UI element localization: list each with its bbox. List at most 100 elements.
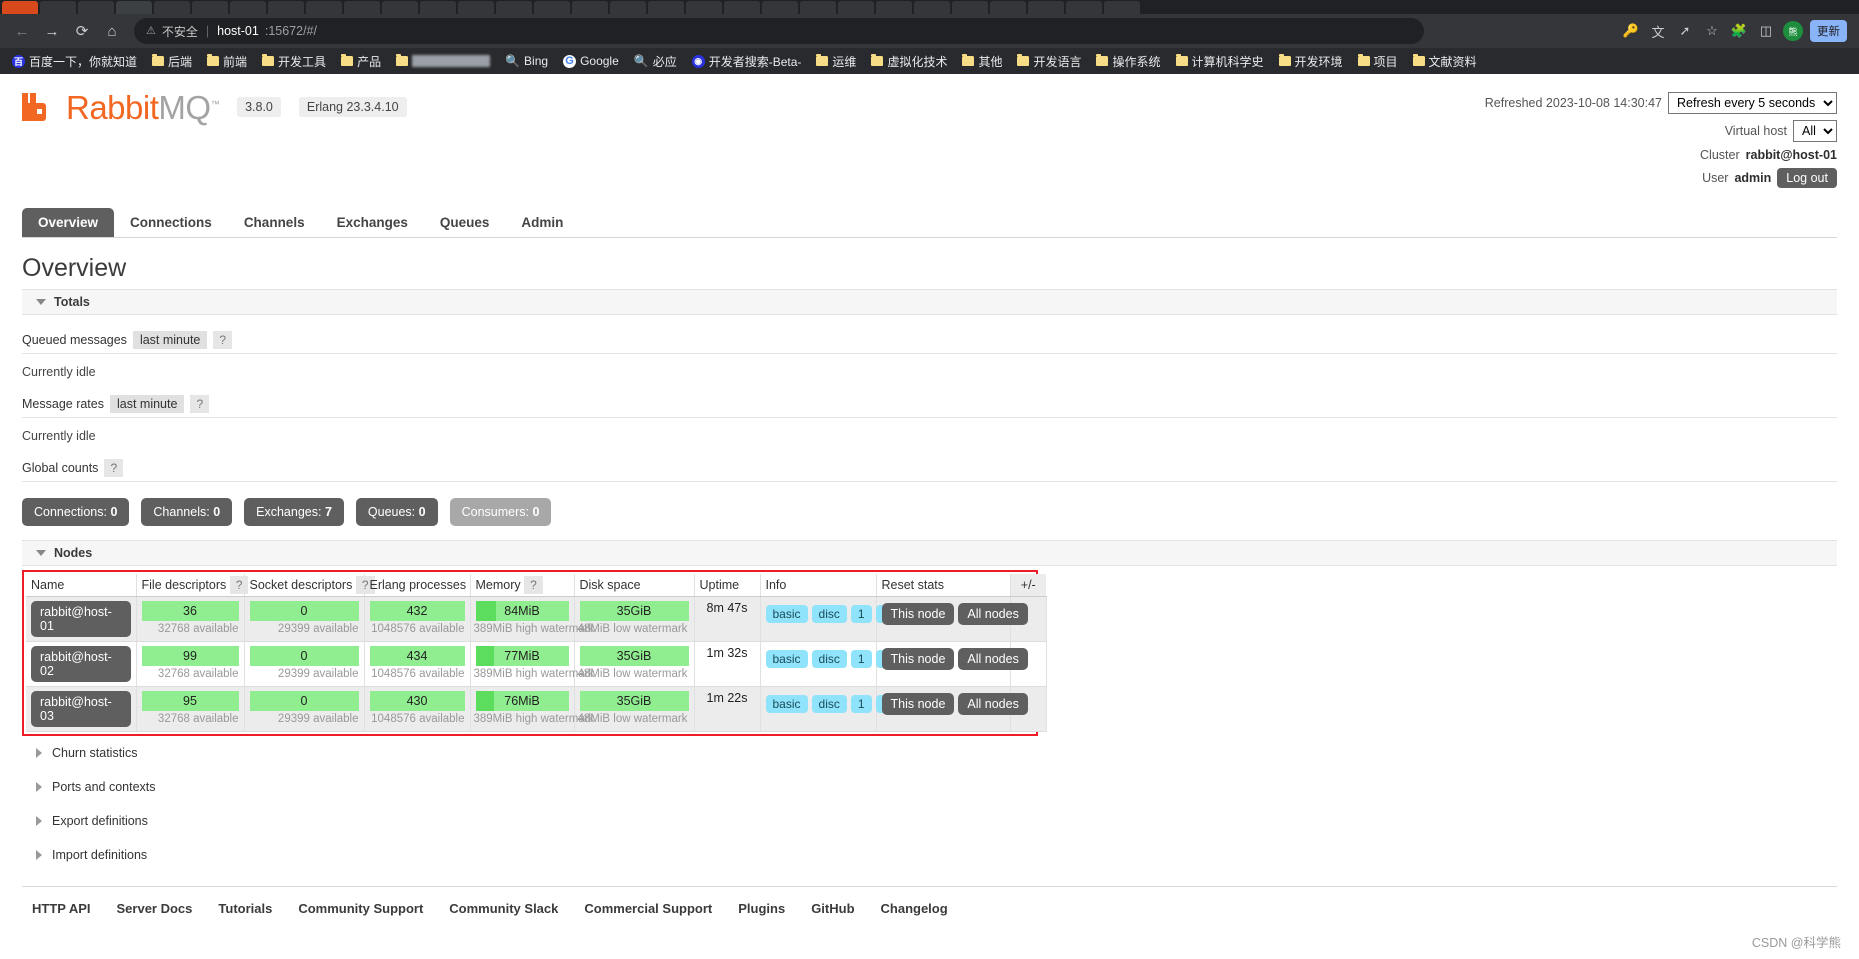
bookmark-item[interactable]: 开发环境 (1273, 51, 1349, 72)
browser-tab[interactable] (116, 1, 152, 14)
browser-tab[interactable] (914, 1, 950, 14)
extensions-puzzle-icon[interactable]: 🧩 (1729, 21, 1749, 41)
reset-this-node-button[interactable]: This node (881, 648, 955, 670)
bookmark-item[interactable]: 开发工具 (256, 51, 332, 72)
help-icon[interactable]: ? (213, 331, 233, 349)
footer-link-community-slack[interactable]: Community Slack (449, 901, 558, 916)
tab-exchanges[interactable]: Exchanges (321, 208, 424, 237)
log-out-button[interactable]: Log out (1777, 168, 1837, 188)
browser-tab[interactable] (876, 1, 912, 14)
bookmark-item[interactable]: 🔍 Bing (499, 52, 554, 70)
help-icon[interactable]: ? (524, 576, 543, 594)
tab-overview[interactable]: Overview (22, 208, 115, 237)
address-bar[interactable]: ⚠ 不安全 | host-01:15672/#/ (134, 18, 1424, 44)
export-definitions-section[interactable]: Export definitions (22, 804, 1837, 838)
footer-link-community-support[interactable]: Community Support (298, 901, 423, 916)
bookmark-item[interactable]: 计算机科学史 (1170, 51, 1270, 72)
count-chip-connections[interactable]: Connections: 0 (22, 498, 130, 526)
column-header-disk-space[interactable]: Disk space (574, 574, 695, 597)
bookmark-item[interactable]: 虚拟化技术 (865, 51, 953, 72)
column-header-reset-stats[interactable]: Reset stats (876, 574, 1011, 597)
count-chip-consumers[interactable]: Consumers: 0 (449, 498, 552, 526)
reset-all-nodes-button[interactable]: All nodes (958, 693, 1028, 715)
browser-tab[interactable] (268, 1, 304, 14)
password-key-icon[interactable]: 🔑 (1621, 21, 1641, 41)
help-icon[interactable]: ? (229, 576, 249, 594)
reset-this-node-button[interactable]: This node (881, 603, 955, 625)
info-chip-basic[interactable]: basic (765, 650, 808, 668)
bookmark-item[interactable]: 百 百度一下，你就知道 (6, 51, 143, 72)
browser-tab[interactable] (838, 1, 874, 14)
node-link[interactable]: rabbit@host-02 (31, 646, 131, 682)
column-header-file-descriptors[interactable]: File descriptors ? (136, 574, 249, 597)
column-header-uptime[interactable]: Uptime (694, 574, 761, 597)
bookmark-item[interactable]: 开发语言 (1011, 51, 1087, 72)
reset-all-nodes-button[interactable]: All nodes (958, 648, 1028, 670)
help-icon[interactable]: ? (104, 459, 124, 477)
footer-link-github[interactable]: GitHub (811, 901, 854, 916)
reset-all-nodes-button[interactable]: All nodes (958, 603, 1028, 625)
browser-tab[interactable] (458, 1, 494, 14)
browser-tab[interactable] (952, 1, 988, 14)
rates-period-toggle[interactable]: last minute (109, 395, 185, 413)
info-chip-disc[interactable]: disc (811, 695, 847, 713)
browser-tab[interactable] (648, 1, 684, 14)
totals-section-header[interactable]: Totals (22, 289, 1837, 315)
info-chip-basic[interactable]: basic (765, 695, 808, 713)
browser-tab[interactable] (1028, 1, 1064, 14)
footer-link-tutorials[interactable]: Tutorials (218, 901, 272, 916)
browser-tab[interactable] (1066, 1, 1102, 14)
info-chip-count[interactable]: 1 (850, 695, 872, 713)
browser-tab[interactable] (572, 1, 608, 14)
browser-tab[interactable] (534, 1, 570, 14)
browser-tab[interactable] (230, 1, 266, 14)
browser-tab[interactable] (990, 1, 1026, 14)
vhost-select[interactable]: All (1793, 120, 1837, 142)
bookmark-item[interactable]: 文献资料 (1407, 51, 1483, 72)
node-link[interactable]: rabbit@host-03 (31, 691, 131, 727)
footer-link-plugins[interactable]: Plugins (738, 901, 785, 916)
info-chip-disc[interactable]: disc (811, 605, 847, 623)
bookmark-item[interactable]: 项目 (1352, 51, 1404, 72)
info-chip-count[interactable]: 1 (850, 605, 872, 623)
refresh-interval-select[interactable]: Refresh every 5 seconds (1668, 92, 1837, 114)
translate-icon[interactable]: 文 (1648, 21, 1668, 41)
tab-channels[interactable]: Channels (228, 208, 321, 237)
footer-link-http-api[interactable]: HTTP API (32, 901, 91, 916)
import-definitions-section[interactable]: Import definitions (22, 838, 1837, 872)
count-chip-exchanges[interactable]: Exchanges: 7 (244, 498, 344, 526)
browser-tab[interactable] (762, 1, 798, 14)
bookmark-item[interactable]: 🔍 必应 (628, 51, 683, 72)
bookmark-item[interactable]: 其他 (956, 51, 1008, 72)
bookmark-item[interactable]: 操作系统 (1090, 51, 1166, 72)
forward-arrow-icon[interactable]: → (38, 17, 66, 45)
browser-tab[interactable] (192, 1, 228, 14)
bookmark-star-icon[interactable]: ☆ (1702, 21, 1722, 41)
browser-tab[interactable] (344, 1, 380, 14)
browser-tab[interactable] (420, 1, 456, 14)
tab-queues[interactable]: Queues (424, 208, 506, 237)
rabbitmq-logo[interactable]: RabbitMQ™ 3.8.0 Erlang 23.3.4.10 (22, 90, 407, 124)
footer-link-server-docs[interactable]: Server Docs (117, 901, 193, 916)
browser-tab[interactable] (154, 1, 190, 14)
avatar[interactable]: 熊 (1783, 21, 1803, 41)
bookmark-item[interactable]: ◉ 开发者搜索-Beta- (686, 51, 808, 72)
browser-tab[interactable] (1104, 1, 1140, 14)
browser-tab[interactable] (724, 1, 760, 14)
tab-connections[interactable]: Connections (114, 208, 228, 237)
browser-tab[interactable] (306, 1, 342, 14)
bookmark-item[interactable]: 产品 (335, 51, 387, 72)
browser-tab[interactable] (78, 1, 114, 14)
browser-tab[interactable] (496, 1, 532, 14)
help-icon[interactable]: ? (190, 395, 210, 413)
side-panel-icon[interactable]: ◫ (1756, 21, 1776, 41)
column-header-name[interactable]: Name (26, 574, 137, 597)
share-icon[interactable]: ➚ (1675, 21, 1695, 41)
column-header-socket-descriptors[interactable]: Socket descriptors ? (244, 574, 375, 597)
bookmark-item[interactable]: 前端 (201, 51, 253, 72)
bookmark-item[interactable]: G Google (557, 52, 625, 70)
footer-link-changelog[interactable]: Changelog (881, 901, 948, 916)
bookmark-item-redacted[interactable] (390, 53, 496, 69)
info-chip-count[interactable]: 1 (850, 650, 872, 668)
browser-tab[interactable] (382, 1, 418, 14)
